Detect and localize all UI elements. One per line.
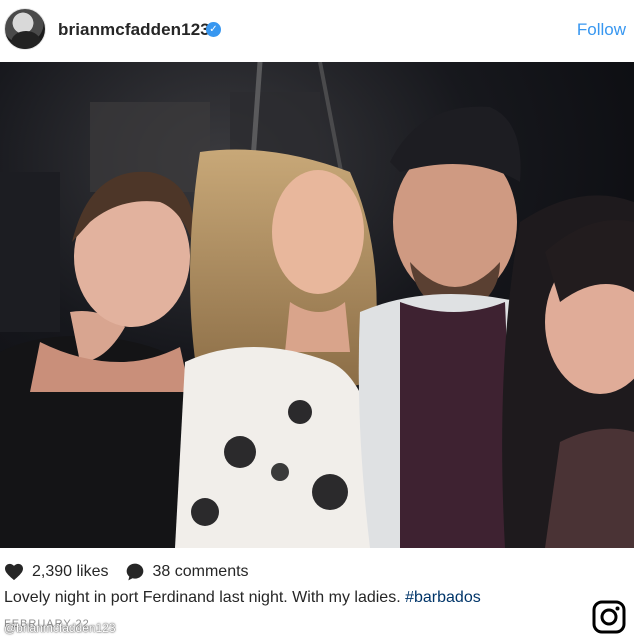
post-header: brianmcfadden123 ✓ Follow xyxy=(0,0,634,62)
post-photo[interactable] xyxy=(0,62,634,548)
comment-icon[interactable] xyxy=(125,562,145,582)
caption: Lovely night in port Ferdinand last nigh… xyxy=(4,589,481,607)
watermark-text: @brianmcfadden123 xyxy=(4,621,116,635)
engagement-row: 2,390 likes 38 comments xyxy=(4,562,249,582)
comments-count[interactable]: 38 comments xyxy=(153,563,249,581)
heart-icon[interactable] xyxy=(4,563,24,581)
instagram-logo-icon xyxy=(592,600,626,634)
verified-icon: ✓ xyxy=(206,22,221,37)
follow-button[interactable]: Follow xyxy=(577,20,626,40)
username-link[interactable]: brianmcfadden123 xyxy=(58,20,210,40)
likes-count[interactable]: 2,390 likes xyxy=(32,563,109,581)
caption-text: Lovely night in port Ferdinand last nigh… xyxy=(4,589,406,606)
avatar[interactable] xyxy=(4,8,46,50)
post-footer: 2,390 likes 38 comments Lovely night in … xyxy=(0,548,634,638)
hashtag-link[interactable]: #barbados xyxy=(405,589,481,606)
